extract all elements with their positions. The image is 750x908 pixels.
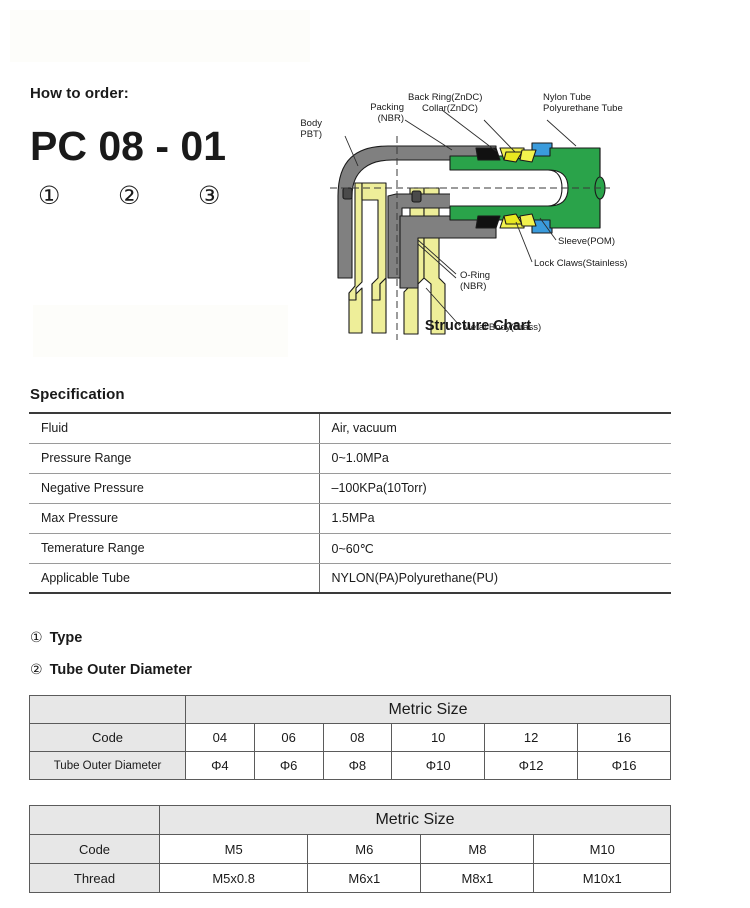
label-o-ring-sub: (NBR) bbox=[460, 281, 486, 292]
section-type: ① Type bbox=[30, 630, 82, 646]
thread-table: Metric Size Code M5 M6 M8 M10 Thread M5x0.8 M6x1… bbox=[29, 805, 671, 893]
thread-code-cell: M10 bbox=[533, 834, 671, 864]
specification-row: Applicable Tube NYLON(PA)Polyurethane(PU) bbox=[29, 563, 671, 594]
specification-value: –100KPa(10Torr) bbox=[319, 473, 671, 504]
middle-placeholder-block bbox=[33, 305, 288, 357]
label-packing-sub: (NBR) bbox=[378, 113, 404, 124]
specification-table: Fluid Air, vacuum Pressure Range 0~1.0MPa Ne… bbox=[29, 412, 671, 594]
specification-value: 0~60℃ bbox=[319, 533, 671, 564]
tube-corner-cell bbox=[29, 695, 186, 724]
thread-value-cell: M8x1 bbox=[420, 863, 535, 893]
o-ring-right bbox=[411, 190, 422, 203]
thread-code-label: Code bbox=[29, 834, 160, 864]
marker-1: ① bbox=[38, 181, 61, 210]
tube-header-row: Metric Size bbox=[29, 695, 671, 724]
label-packing: Packing bbox=[370, 102, 404, 113]
tube-value-row: Tube Outer Diameter Φ4 Φ6 Φ8 Φ10 Φ12 Φ16 bbox=[29, 751, 671, 780]
specification-key: Negative Pressure bbox=[29, 473, 320, 504]
label-polyurethane-tube: Polyurethane Tube bbox=[543, 103, 623, 114]
marker-2: ② bbox=[118, 181, 141, 210]
tube-group-header: Metric Size bbox=[185, 695, 671, 724]
specification-value: Air, vacuum bbox=[319, 412, 671, 444]
tube-code-cell: 08 bbox=[322, 723, 393, 752]
tube-code-label: Code bbox=[29, 723, 186, 752]
o-ring-left bbox=[342, 187, 353, 200]
section-type-marker: ① bbox=[30, 630, 43, 646]
specification-value: 0~1.0MPa bbox=[319, 443, 671, 474]
tube-value-cell: Φ4 bbox=[185, 751, 255, 780]
thread-corner-cell bbox=[29, 805, 160, 835]
tube-outer-diameter-table: Metric Size Code 04 06 08 10 12 16 Tube Outer Di… bbox=[29, 695, 671, 780]
thread-value-cell: M10x1 bbox=[533, 863, 671, 893]
part-number: PC 08 - 01 bbox=[30, 123, 226, 169]
thread-value-row: Thread M5x0.8 M6x1 M8x1 M10x1 bbox=[29, 863, 671, 893]
specification-key: Fluid bbox=[29, 412, 320, 444]
specification-row: Temerature Range 0~60℃ bbox=[29, 533, 671, 564]
marker-3: ③ bbox=[198, 181, 221, 210]
how-to-order-block: How to order: PC 08 - 01 ① ② ③ bbox=[30, 85, 330, 208]
specification-row: Max Pressure 1.5MPa bbox=[29, 503, 671, 534]
packing-upper bbox=[475, 147, 501, 161]
tube-code-cell: 06 bbox=[253, 723, 324, 752]
top-placeholder-block bbox=[10, 10, 310, 62]
section-tube-marker: ② bbox=[30, 662, 43, 678]
section-tube-outer-diameter: ② Tube Outer Diameter bbox=[30, 662, 192, 678]
label-resin-body: Resin Body bbox=[300, 118, 322, 129]
section-type-label: Type bbox=[49, 630, 83, 646]
thread-code-cell: M6 bbox=[307, 834, 422, 864]
thread-value-cell: M6x1 bbox=[307, 863, 422, 893]
structure-chart-caption: Structure Chart bbox=[424, 318, 532, 334]
specification-key: Applicable Tube bbox=[29, 563, 320, 594]
thread-header-row: Metric Size bbox=[29, 805, 671, 835]
specification-key: Temerature Range bbox=[29, 533, 320, 564]
part-number-markers: ① ② ③ bbox=[30, 183, 330, 208]
thread-code-cell: M8 bbox=[420, 834, 535, 864]
thread-code-row: Code M5 M6 M8 M10 bbox=[29, 834, 671, 864]
specification-key: Max Pressure bbox=[29, 503, 320, 534]
tube-value-cell: Φ6 bbox=[253, 751, 324, 780]
label-nylon-tube: Nylon Tube bbox=[543, 92, 591, 103]
how-to-order-heading: How to order: bbox=[30, 85, 129, 102]
specification-value: NYLON(PA)Polyurethane(PU) bbox=[319, 563, 671, 594]
tube-value-label: Tube Outer Diameter bbox=[29, 751, 186, 780]
specification-row: Negative Pressure –100KPa(10Torr) bbox=[29, 473, 671, 504]
specification-key: Pressure Range bbox=[29, 443, 320, 474]
label-sleeve: Sleeve(POM) bbox=[558, 236, 615, 247]
tube-value-cell: Φ16 bbox=[577, 751, 671, 780]
tube-code-cell: 10 bbox=[391, 723, 486, 752]
specification-row: Pressure Range 0~1.0MPa bbox=[29, 443, 671, 474]
tube-code-row: Code 04 06 08 10 12 16 bbox=[29, 723, 671, 752]
thread-group-header: Metric Size bbox=[159, 805, 671, 835]
thread-value-cell: M5x0.8 bbox=[158, 863, 309, 893]
tube-value-cell: Φ12 bbox=[484, 751, 579, 780]
tube-code-cell: 16 bbox=[577, 723, 671, 752]
tube-value-cell: Φ8 bbox=[322, 751, 393, 780]
tube-value-cell: Φ10 bbox=[391, 751, 486, 780]
thread-value-label: Thread bbox=[29, 863, 160, 893]
section-tube-label: Tube Outer Diameter bbox=[49, 662, 192, 678]
specification-heading: Specification bbox=[30, 386, 125, 403]
specification-value: 1.5MPa bbox=[319, 503, 671, 534]
label-o-ring: O-Ring bbox=[460, 270, 490, 281]
thread-code-cell: M5 bbox=[158, 834, 309, 864]
structure-chart-diagram: Resin Body (PBT) Packing (NBR) Back Ring… bbox=[273, 88, 640, 343]
tube-code-cell: 12 bbox=[484, 723, 579, 752]
label-back-ring: Back Ring(ZnDC) bbox=[408, 92, 482, 103]
specification-row: Fluid Air, vacuum bbox=[29, 412, 671, 444]
label-resin-body-sub: (PBT) bbox=[300, 129, 322, 140]
label-collar: Collar(ZnDC) bbox=[422, 103, 478, 114]
packing-lower bbox=[475, 215, 501, 229]
specification-table-body: Fluid Air, vacuum Pressure Range 0~1.0MPa Ne… bbox=[29, 412, 671, 594]
label-lock-claws: Lock Claws(Stainless) bbox=[534, 258, 627, 269]
tube-code-cell: 04 bbox=[185, 723, 255, 752]
